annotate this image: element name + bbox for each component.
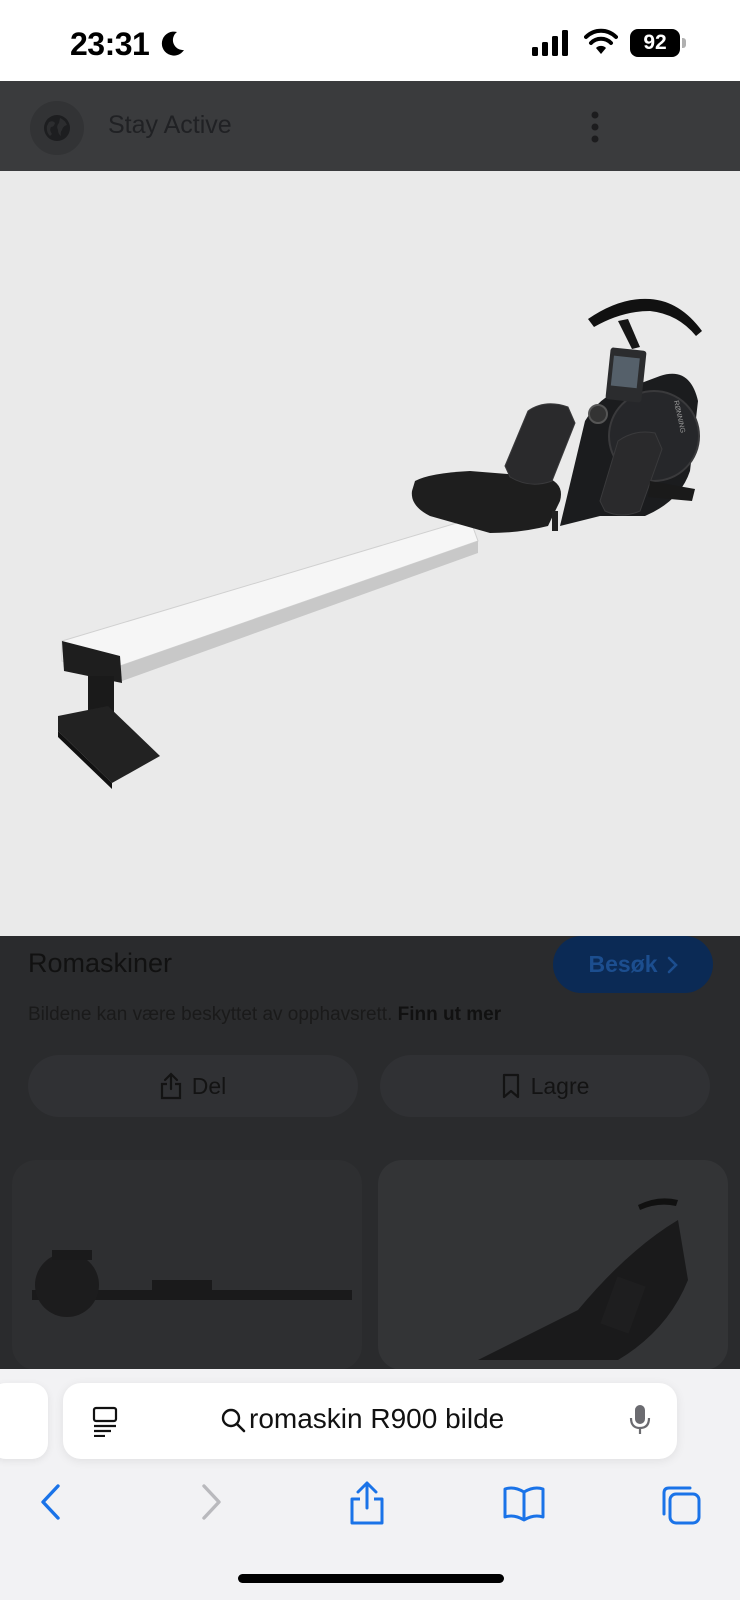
chevron-right-icon: [667, 956, 678, 973]
microphone-icon[interactable]: [629, 1403, 651, 1437]
site-title[interactable]: Stay Active: [108, 111, 232, 140]
rowing-machine-thumbnail: [478, 1198, 688, 1360]
globe-icon: [44, 115, 70, 141]
more-vertical-icon[interactable]: [580, 107, 610, 147]
moon-icon: [161, 31, 184, 56]
battery-indicator: 92: [630, 29, 686, 57]
signal-icon: [532, 30, 568, 56]
learn-more-link[interactable]: Finn ut mer: [398, 1004, 501, 1025]
image-viewer-header: Stay Active: [0, 81, 740, 171]
share-icon[interactable]: [348, 1480, 386, 1526]
bookmarks-book-icon[interactable]: [502, 1486, 546, 1522]
rowing-machine-image: RØNNING: [58, 298, 702, 789]
status-time: 23:31: [70, 26, 150, 62]
site-favicon: [30, 101, 84, 155]
copyright-text: Bildene kan være beskyttet av opphavsret…: [28, 1004, 398, 1025]
tabs-icon[interactable]: [660, 1484, 702, 1526]
address-bar-query[interactable]: romaskin R900 bilde: [249, 1403, 504, 1435]
bookmark-icon: [502, 1073, 519, 1099]
save-button-label: Lagre: [530, 1072, 590, 1099]
copyright-notice: Bildene kan være beskyttet av opphavsret…: [28, 1004, 501, 1026]
status-bar: 23:31 92: [0, 0, 740, 81]
rowing-machine-thumbnail: [32, 1250, 352, 1317]
forward-icon[interactable]: [198, 1482, 224, 1522]
visit-button[interactable]: Besøk: [553, 936, 713, 993]
share-icon: [160, 1072, 181, 1100]
related-image-2[interactable]: [378, 1160, 728, 1370]
address-bar[interactable]: romaskin R900 bilde: [63, 1383, 677, 1459]
visit-button-label: Besøk: [588, 951, 658, 977]
image-title: Romaskiner: [28, 948, 173, 978]
home-indicator: [238, 1574, 504, 1583]
search-icon: [221, 1408, 246, 1433]
previous-tab-preview[interactable]: [0, 1383, 48, 1459]
share-button[interactable]: Del: [28, 1055, 358, 1117]
back-icon[interactable]: [38, 1482, 64, 1522]
wifi-icon: [584, 28, 618, 54]
reader-icon[interactable]: [91, 1405, 119, 1437]
battery-level: 92: [630, 29, 680, 57]
save-button[interactable]: Lagre: [380, 1055, 710, 1117]
product-image[interactable]: RØNNING: [0, 171, 740, 936]
share-button-label: Del: [191, 1072, 227, 1099]
related-image-1[interactable]: [12, 1160, 362, 1370]
